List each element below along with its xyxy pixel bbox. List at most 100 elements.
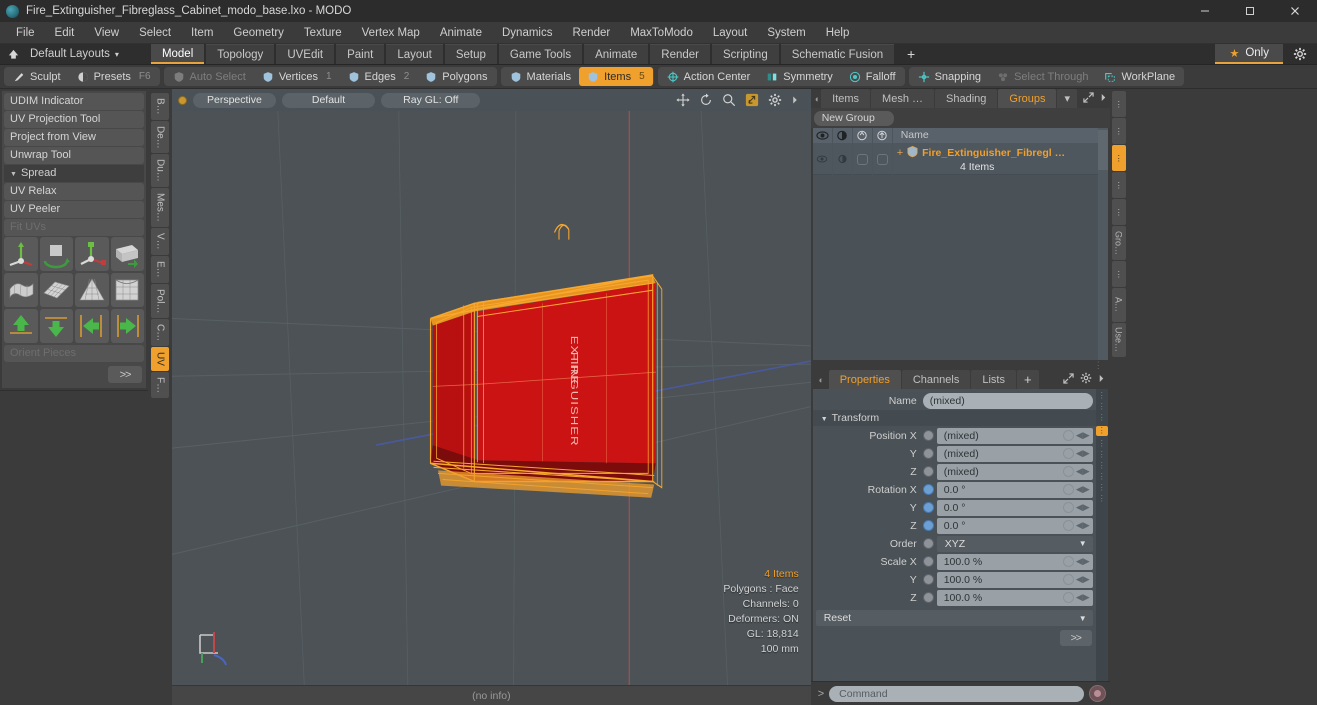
mode-button-vertices[interactable]: Vertices 1 — [254, 67, 340, 86]
expand-icon[interactable] — [1083, 91, 1094, 106]
right-vtab-4[interactable]: ⋮ — [1111, 199, 1126, 225]
reset-dropdown[interactable]: Reset ▼ — [815, 610, 1093, 626]
uv-move-icon[interactable] — [4, 237, 38, 271]
menu-item-view[interactable]: View — [84, 22, 129, 44]
tab-mesh[interactable]: Mesh … — [871, 89, 935, 108]
layout-tab-scripting[interactable]: Scripting — [711, 44, 779, 64]
maximize-icon[interactable] — [1227, 0, 1272, 22]
layout-tab-paint[interactable]: Paint — [336, 44, 385, 64]
property-channel-toggle[interactable] — [922, 538, 934, 549]
gear-icon[interactable] — [768, 93, 782, 107]
render-icon[interactable] — [833, 128, 853, 143]
row-eye-icon[interactable] — [813, 143, 833, 175]
viewport-3d-canvas[interactable]: FIRE EXTINGUISHER 4 Items Polygons : Fac… — [172, 111, 811, 685]
tree-scrollbar[interactable] — [1097, 128, 1108, 360]
left-vtab-3[interactable]: Mes… — [151, 188, 169, 228]
gear-icon[interactable] — [1080, 372, 1092, 387]
mode-button-auto-select[interactable]: Auto Select — [165, 67, 254, 86]
left-vtab-7[interactable]: C… — [151, 318, 169, 347]
name-field[interactable]: (mixed) — [922, 392, 1093, 409]
spinner-arrows-icon[interactable]: ◀▶ — [1076, 448, 1090, 459]
menu-item-animate[interactable]: Animate — [430, 22, 492, 44]
tab-groups[interactable]: Groups — [998, 89, 1057, 108]
layout-tab-layout[interactable]: Layout — [386, 44, 443, 64]
left-vtab-9[interactable]: F… — [151, 372, 169, 399]
right-vtab-2[interactable]: ⋮ — [1111, 145, 1126, 171]
property-reset-dot[interactable] — [1062, 484, 1074, 495]
expand-toggle[interactable]: + — [897, 147, 903, 159]
table-row[interactable]: + Fire_Extinguisher_Fibregl … 4 Items — [812, 143, 1098, 175]
menu-item-help[interactable]: Help — [816, 22, 860, 44]
right-vtab-7[interactable]: A… — [1111, 288, 1126, 322]
left-more-button[interactable]: >> — [108, 366, 142, 383]
uv-cube-icon[interactable] — [110, 273, 144, 307]
property-channel-toggle[interactable] — [922, 502, 934, 513]
mode-button-workplane[interactable]: WorkPlane — [1096, 67, 1183, 86]
home-icon[interactable] — [0, 44, 26, 64]
property-field-y[interactable]: 0.0 ° ◀▶ — [936, 499, 1093, 516]
expand-icon[interactable] — [1063, 372, 1074, 387]
command-input[interactable]: Command — [829, 685, 1084, 702]
layout-tab-topology[interactable]: Topology — [206, 44, 275, 64]
left-vtab-4[interactable]: V… — [151, 228, 169, 255]
panel-menu-icon[interactable]: ◐ — [815, 370, 828, 389]
tree-empty-space[interactable] — [812, 175, 1098, 360]
arrow-right-icon[interactable] — [110, 309, 144, 343]
mode-button-materials[interactable]: Materials — [502, 67, 580, 86]
row-select-checkbox[interactable] — [873, 143, 893, 175]
property-spinner[interactable]: ◀▶ — [1062, 556, 1093, 567]
mode-button-items[interactable]: Items 5 — [579, 67, 653, 86]
arrow-up-icon[interactable] — [4, 309, 38, 343]
mode-button-select-through[interactable]: Select Through — [989, 67, 1096, 86]
property-select-order[interactable]: XYZ ▼ — [936, 535, 1093, 552]
property-field-z[interactable]: (mixed) ◀▶ — [936, 463, 1093, 480]
menu-item-layout[interactable]: Layout — [703, 22, 758, 44]
property-spinner[interactable]: ◀▶ — [1062, 592, 1093, 603]
mode-button-presets[interactable]: Presets F6 — [69, 67, 159, 86]
tool-project-from-view[interactable]: Project from View — [4, 129, 144, 146]
spinner-arrows-icon[interactable]: ◀▶ — [1076, 502, 1090, 513]
properties-group-marker-8[interactable]: ⋮ — [1098, 484, 1106, 492]
transform-section-header[interactable]: ▼ Transform — [812, 410, 1096, 426]
fit-icon[interactable] — [745, 93, 759, 107]
mode-button-sculpt[interactable]: Sculpt — [5, 67, 69, 86]
select-icon[interactable] — [873, 128, 893, 143]
orient-pieces-button[interactable]: Orient Pieces — [4, 345, 144, 362]
viewport-shading-button[interactable]: Default — [281, 92, 376, 108]
layout-tab-game-tools[interactable]: Game Tools — [498, 44, 583, 64]
uv-unwrap-icon[interactable] — [4, 273, 38, 307]
menu-item-item[interactable]: Item — [181, 22, 223, 44]
menu-item-texture[interactable]: Texture — [294, 22, 352, 44]
properties-group-marker-1[interactable]: ⋮ — [1098, 403, 1106, 411]
tool-udim-indicator[interactable]: UDIM Indicator — [4, 93, 144, 110]
uv-fit-icon[interactable] — [110, 237, 144, 271]
chevron-down-icon[interactable]: ▾ — [1057, 89, 1077, 108]
left-vtab-8[interactable]: UV — [151, 347, 169, 372]
property-reset-dot[interactable] — [1062, 430, 1074, 441]
right-vtab-3[interactable]: ⋮ — [1111, 172, 1126, 198]
property-reset-dot[interactable] — [1062, 520, 1074, 531]
viewport-raygl-button[interactable]: Ray GL: Off — [381, 92, 481, 108]
viewport-dot[interactable] — [178, 95, 187, 105]
property-spinner[interactable]: ◀▶ — [1062, 520, 1093, 531]
menu-item-system[interactable]: System — [757, 22, 815, 44]
tool-uv-peeler[interactable]: UV Peeler — [4, 201, 144, 218]
zoom-icon[interactable] — [722, 93, 736, 107]
layout-tab-schematic-fusion[interactable]: Schematic Fusion — [780, 44, 895, 64]
property-channel-toggle[interactable] — [922, 556, 934, 567]
left-vtab-1[interactable]: De… — [151, 120, 169, 154]
tab-items[interactable]: Items — [821, 89, 871, 108]
tab-channels[interactable]: Channels — [901, 370, 971, 389]
properties-group-marker-4[interactable]: ⋮ — [1098, 440, 1106, 448]
mode-button-snapping[interactable]: Snapping — [910, 67, 990, 86]
rotate-icon[interactable] — [699, 93, 713, 107]
menu-item-vertex-map[interactable]: Vertex Map — [352, 22, 430, 44]
property-reset-dot[interactable] — [1062, 556, 1074, 567]
properties-group-marker-7[interactable]: ⋮ — [1098, 473, 1106, 481]
properties-group-marker-6[interactable]: ⋮ — [1098, 462, 1106, 470]
right-vtab-8[interactable]: Use… — [1111, 323, 1126, 357]
property-channel-toggle[interactable] — [922, 466, 934, 477]
record-icon[interactable] — [1088, 685, 1106, 702]
property-field-y[interactable]: (mixed) ◀▶ — [936, 445, 1093, 462]
menu-item-file[interactable]: File — [6, 22, 45, 44]
